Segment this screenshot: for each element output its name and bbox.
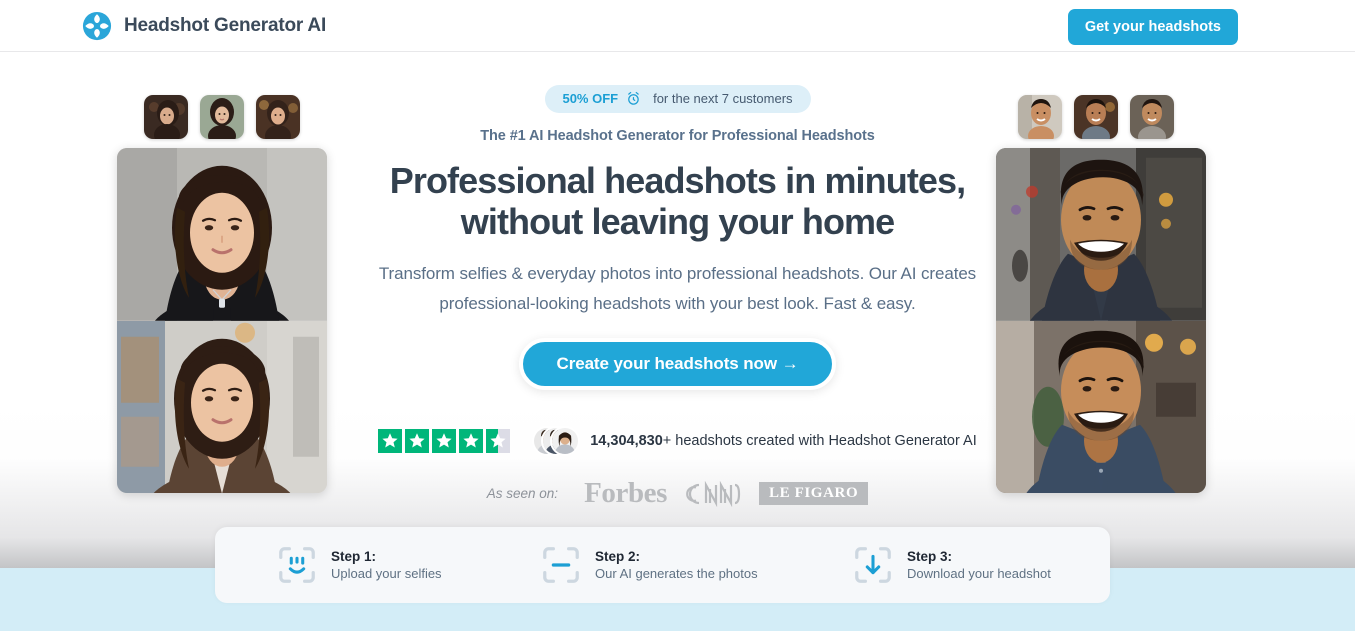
headshot-woman-blazer-black[interactable] — [117, 148, 327, 321]
avatar-woman-right — [550, 426, 581, 456]
scan-face-icon — [276, 544, 318, 586]
step-1-text: Step 1: Upload your selfies — [331, 548, 442, 583]
get-headshots-button[interactable]: Get your headshots — [1067, 9, 1238, 45]
thumb-man-2[interactable] — [1074, 95, 1118, 139]
left-large-headshots — [117, 148, 327, 493]
step-1-title: Step 1: — [331, 548, 377, 564]
brand-logo-link[interactable]: Headshot Generator AI — [82, 11, 326, 41]
step-2-text: Step 2: Our AI generates the photos — [595, 548, 758, 583]
promo-badge[interactable]: 50% OFF for the next 7 customers — [544, 85, 811, 113]
left-thumbnail-row — [144, 95, 300, 139]
site-header: Headshot Generator AI Get your headshots — [0, 0, 1355, 52]
le-figaro-logo: LE FIGARO — [759, 482, 869, 505]
promo-discount-label: 50% OFF — [562, 91, 619, 106]
forbes-logo: Forbes — [584, 477, 668, 509]
headshot-count-caption: headshots created with Headshot Generato… — [671, 433, 977, 449]
step-2: Step 2: Our AI generates the photos — [540, 544, 758, 586]
thumb-woman-2[interactable] — [200, 95, 244, 139]
step-2-title: Step 2: — [595, 548, 641, 564]
step-1-desc: Upload your selfies — [331, 565, 442, 581]
hero-subheading: Transform selfies & everyday photos into… — [378, 264, 977, 313]
create-headshots-button[interactable]: Create your headshots now → — [518, 338, 837, 390]
avatar-group — [532, 424, 581, 458]
headshot-woman-blazer-brown[interactable] — [117, 320, 327, 493]
social-proof-text: 14,304,830+ headshots created with Heads… — [590, 433, 977, 449]
step-1: Step 1: Upload your selfies — [276, 544, 442, 586]
steps-card: Step 1: Upload your selfies Step 2: Our … — [215, 527, 1110, 603]
right-large-headshots — [996, 148, 1206, 493]
cnn-logo — [685, 480, 741, 507]
headshot-count: 14,304,830 — [590, 433, 663, 449]
thumb-woman-1[interactable] — [144, 95, 188, 139]
headshot-count-suffix: + — [662, 433, 672, 449]
scan-line-icon — [540, 544, 582, 586]
trustpilot-rating — [378, 429, 511, 453]
thumb-man-1[interactable] — [1018, 95, 1062, 139]
headline-line-1: Professional headshots in minutes, — [389, 160, 966, 201]
press-label: As seen on: — [486, 486, 559, 501]
right-thumbnail-row — [1018, 95, 1174, 139]
star-icon-3 — [432, 429, 457, 453]
headline-line-2: without leaving your home — [460, 201, 895, 242]
headshot-logo-icon — [82, 11, 112, 41]
brand-name: Headshot Generator AI — [124, 15, 327, 36]
step-3: Step 3: Download your headshot — [852, 544, 1051, 586]
scan-download-icon — [852, 544, 894, 586]
thumb-man-3[interactable] — [1130, 95, 1174, 139]
star-icon-5-half — [486, 429, 511, 453]
step-3-title: Step 3: — [907, 548, 953, 564]
step-3-desc: Download your headshot — [907, 565, 1051, 581]
star-icon-1 — [378, 429, 403, 453]
step-3-text: Step 3: Download your headshot — [907, 548, 1051, 583]
headshot-man-suit-street[interactable] — [996, 148, 1206, 321]
alarm-clock-icon — [626, 91, 641, 106]
landing-page: Headshot Generator AI Get your headshots — [0, 0, 1355, 631]
promo-rest-label: for the next 7 customers — [653, 91, 793, 106]
star-icon-2 — [405, 429, 430, 453]
star-icon-4 — [459, 429, 484, 453]
thumb-woman-3[interactable] — [256, 95, 300, 139]
step-2-desc: Our AI generates the photos — [595, 565, 758, 581]
headshot-man-denim-shirt[interactable] — [996, 320, 1206, 493]
